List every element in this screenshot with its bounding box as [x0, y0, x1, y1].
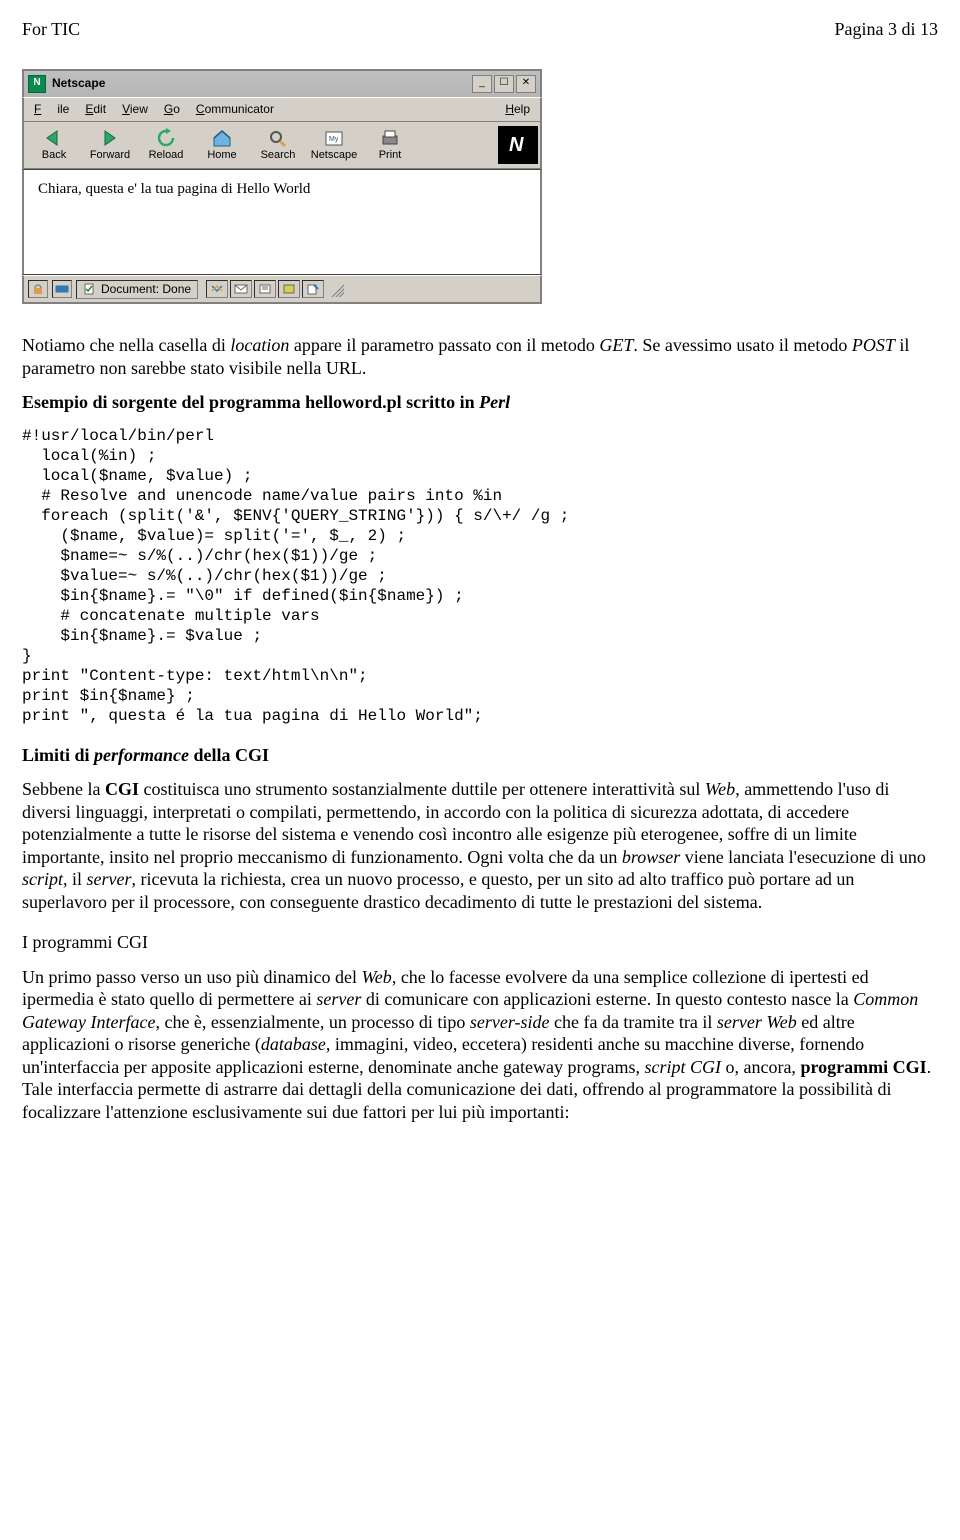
heading-limiti: Limiti di performance della CGI	[22, 744, 938, 767]
netscape-window: N Netscape _ ☐ ✕ File Edit View Go Commu…	[22, 69, 542, 305]
menubar: File Edit View Go Communicator Help	[22, 97, 542, 122]
paragraph-example-heading: Esempio di sorgente del programma hellow…	[22, 391, 938, 414]
heading-programmi-cgi: I programmi CGI	[22, 931, 938, 954]
back-button[interactable]: Back	[26, 126, 82, 165]
netscape-logo-icon: N	[503, 130, 533, 158]
search-button[interactable]: Search	[250, 126, 306, 165]
reload-icon	[155, 128, 177, 148]
browser-content: Chiara, questa e' la tua pagina di Hello…	[22, 169, 542, 275]
my-netscape-icon: My	[323, 128, 345, 148]
svg-text:N: N	[509, 134, 524, 156]
paragraph-programmi-cgi: Un primo passo verso un uso più dinamico…	[22, 966, 938, 1124]
page-text: Chiara, questa e' la tua pagina di Hello…	[38, 181, 310, 197]
header-left: For TIC	[22, 18, 80, 41]
status-text: Document: Done	[76, 280, 198, 299]
code-block-perl: #!usr/local/bin/perl local(%in) ; local(…	[22, 426, 938, 726]
print-icon	[379, 128, 401, 148]
status-mail-icon[interactable]	[230, 280, 252, 298]
paragraph-limiti: Sebbene la CGI costituisca uno strumento…	[22, 778, 938, 913]
status-address-icon[interactable]	[278, 280, 300, 298]
home-button[interactable]: Home	[194, 126, 250, 165]
window-title: Netscape	[52, 76, 470, 91]
document-done-icon	[83, 283, 97, 295]
print-button[interactable]: Print	[362, 126, 418, 165]
reload-button[interactable]: Reload	[138, 126, 194, 165]
statusbar: Document: Done	[22, 275, 542, 304]
forward-button[interactable]: Forward	[82, 126, 138, 165]
back-arrow-icon	[43, 128, 65, 148]
toolbar: Back Forward Reload Home Search My Netsc…	[22, 122, 542, 170]
page-header: For TIC Pagina 3 di 13	[22, 18, 938, 41]
home-icon	[211, 128, 233, 148]
search-icon	[267, 128, 289, 148]
netscape-button[interactable]: My Netscape	[306, 126, 362, 165]
netscape-app-icon: N	[28, 75, 46, 93]
menu-help[interactable]: Help	[497, 101, 538, 118]
menu-view[interactable]: View	[114, 101, 156, 118]
menu-go[interactable]: Go	[156, 101, 188, 118]
status-progress-icon	[52, 280, 72, 298]
netscape-logo: N	[498, 126, 538, 165]
menu-file[interactable]: File	[26, 101, 77, 118]
titlebar: N Netscape _ ☐ ✕	[22, 69, 542, 97]
security-lock-icon[interactable]	[28, 280, 48, 298]
maximize-button[interactable]: ☐	[494, 75, 514, 93]
svg-text:My: My	[329, 136, 339, 143]
close-button[interactable]: ✕	[516, 75, 536, 93]
window-resize-grip[interactable]	[328, 281, 344, 297]
menu-edit[interactable]: Edit	[77, 101, 114, 118]
forward-arrow-icon	[99, 128, 121, 148]
minimize-button[interactable]: _	[472, 75, 492, 93]
status-nav-icon[interactable]	[206, 280, 228, 298]
menu-communicator[interactable]: Communicator	[188, 101, 282, 118]
header-right: Pagina 3 di 13	[835, 18, 939, 41]
status-news-icon[interactable]	[254, 280, 276, 298]
paragraph-location-note: Notiamo che nella casella di location ap…	[22, 334, 938, 379]
status-composer-icon[interactable]	[302, 280, 324, 298]
